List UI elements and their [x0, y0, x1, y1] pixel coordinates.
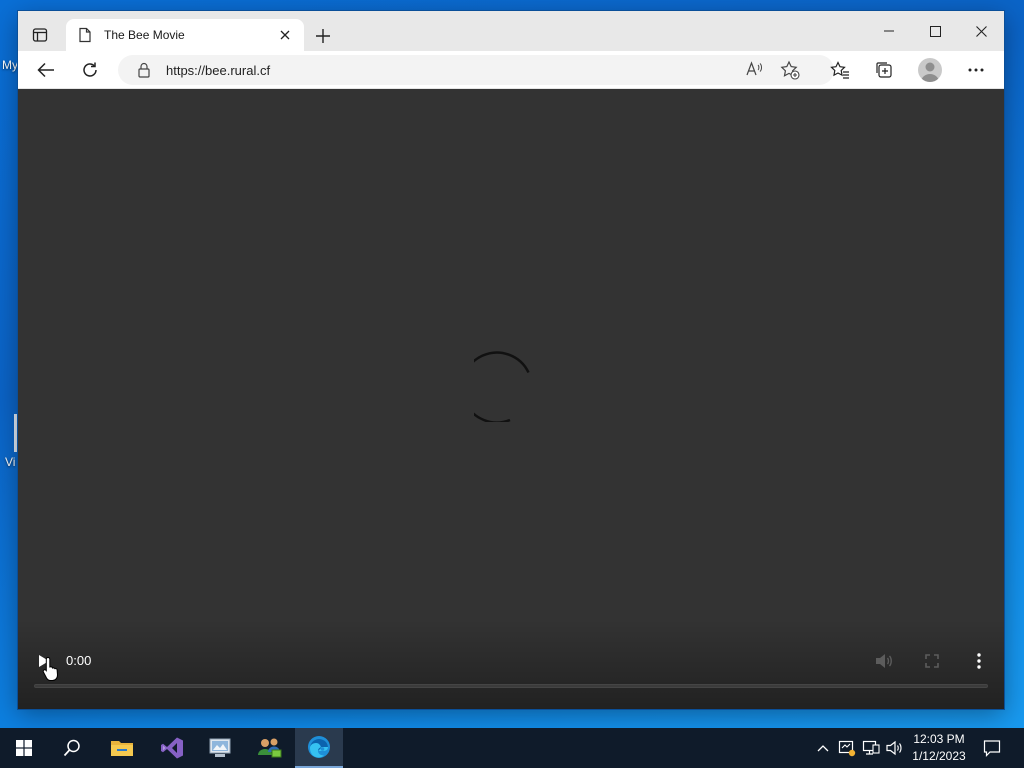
desktop-icon-label-top[interactable]: My	[2, 58, 18, 72]
back-button[interactable]	[31, 56, 61, 84]
remote-desktop-button[interactable]	[196, 728, 244, 768]
address-bar[interactable]	[118, 55, 834, 85]
windows-logo-icon	[16, 740, 32, 756]
users-icon	[258, 738, 282, 758]
desktop-icon-label-mid[interactable]: Vi	[5, 455, 15, 469]
notification-icon	[983, 740, 1001, 757]
shield-warning-icon	[838, 740, 856, 757]
tab-actions-icon	[32, 28, 48, 42]
file-explorer-button[interactable]	[98, 728, 146, 768]
settings-more-button[interactable]	[961, 56, 991, 84]
tab-title: The Bee Movie	[104, 28, 185, 42]
edge-icon	[308, 736, 330, 758]
fullscreen-button[interactable]	[921, 650, 943, 672]
refresh-icon	[83, 62, 97, 77]
person-icon	[921, 62, 939, 82]
read-aloud-button[interactable]	[746, 61, 764, 82]
favorites-button[interactable]	[825, 56, 855, 84]
volume-icon	[876, 654, 892, 668]
title-bar: The Bee Movie	[18, 11, 1004, 51]
refresh-button[interactable]	[75, 56, 105, 84]
close-window-button[interactable]	[958, 11, 1004, 51]
visual-studio-button[interactable]	[148, 728, 196, 768]
network-icon	[862, 740, 880, 755]
new-tab-button[interactable]	[310, 23, 336, 49]
browser-toolbar	[18, 51, 1004, 89]
url-input[interactable]	[166, 61, 726, 79]
current-time: 0:00	[66, 653, 92, 668]
notifications-button[interactable]	[978, 728, 1006, 768]
show-hidden-icons-button[interactable]	[812, 728, 834, 768]
edge-browser-button[interactable]	[295, 728, 343, 768]
plus-icon	[316, 29, 330, 43]
folder-icon	[111, 741, 133, 756]
close-tab-button[interactable]	[276, 26, 294, 44]
more-horizontal-icon	[968, 68, 984, 72]
chevron-up-icon	[817, 745, 829, 752]
minimize-button[interactable]	[866, 11, 912, 51]
speaker-icon	[886, 740, 902, 756]
maximize-icon	[929, 25, 941, 37]
close-icon	[975, 25, 987, 37]
browser-window: The Bee Movie https://bee.rural.cf 0:00	[18, 11, 1004, 709]
loading-spinner-icon	[474, 351, 530, 422]
lock-icon[interactable]	[138, 62, 150, 83]
users-groups-button[interactable]	[246, 728, 294, 768]
star-plus-icon	[780, 60, 800, 80]
more-options-button[interactable]	[969, 650, 989, 672]
tab-the-bee-movie[interactable]: The Bee Movie	[66, 19, 304, 51]
hand-cursor-icon	[42, 656, 59, 681]
page-icon	[79, 27, 91, 43]
fullscreen-icon	[925, 654, 939, 668]
volume-tray-button[interactable]	[884, 728, 906, 768]
close-icon	[280, 30, 290, 40]
progress-bar[interactable]	[34, 684, 988, 688]
add-favorite-button[interactable]	[780, 60, 800, 85]
clock-date: 1/12/2023	[912, 749, 966, 763]
search-button[interactable]	[48, 728, 96, 768]
maximize-button[interactable]	[912, 11, 958, 51]
computer-management-icon	[209, 738, 231, 757]
back-arrow-icon	[37, 62, 54, 78]
collections-button[interactable]	[869, 56, 899, 84]
start-button[interactable]	[0, 728, 48, 768]
minimize-icon	[884, 30, 894, 32]
favorites-icon	[830, 61, 849, 79]
network-tray-button[interactable]	[860, 728, 882, 768]
clock-time: 12:03 PM	[913, 732, 965, 746]
collections-icon	[876, 62, 892, 78]
taskbar: 12:03 PM 1/12/2023	[0, 728, 1024, 768]
system-clock[interactable]: 12:03 PM 1/12/2023	[904, 731, 974, 765]
more-vertical-icon	[977, 653, 981, 669]
visual-studio-icon	[161, 737, 183, 759]
controls-overlay	[18, 619, 1004, 709]
profile-avatar[interactable]	[918, 58, 942, 82]
mute-button[interactable]	[872, 650, 896, 672]
security-tray-button[interactable]	[836, 728, 858, 768]
video-player[interactable]: 0:00	[18, 90, 1004, 709]
search-icon	[63, 739, 80, 757]
tab-actions-button[interactable]	[26, 21, 54, 49]
read-aloud-icon	[746, 61, 762, 76]
